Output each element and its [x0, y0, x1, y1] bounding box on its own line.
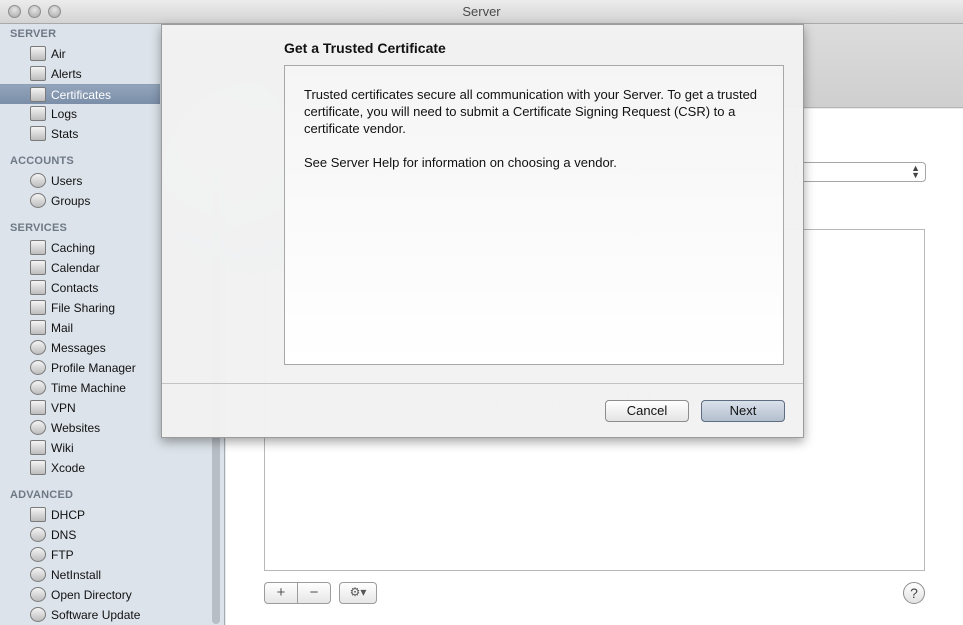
sidebar-item-label: Users	[51, 174, 83, 188]
sidebar-item-label: Contacts	[51, 281, 99, 295]
sidebar-item-label: Messages	[51, 341, 106, 355]
user-icon	[30, 173, 46, 188]
hammer-icon	[30, 460, 46, 475]
sidebar-item-messages[interactable]: Messages	[0, 338, 160, 358]
sidebar-item-groups[interactable]: Groups	[0, 191, 160, 211]
sidebar-item-software-update[interactable]: Software Update	[0, 605, 160, 625]
window-titlebar: Server	[0, 0, 963, 24]
sheet-paragraph: Trusted certificates secure all communic…	[304, 87, 758, 136]
sidebar-item-label: Wiki	[51, 441, 74, 455]
sidebar-item-dhcp[interactable]: DHCP	[0, 505, 160, 525]
sidebar-item-xcode[interactable]: Xcode	[0, 458, 160, 478]
sidebar-item-label: NetInstall	[51, 568, 102, 582]
sidebar-item-file-sharing[interactable]: File Sharing	[0, 298, 160, 318]
sidebar-heading-services: SERVICES	[10, 222, 68, 234]
sidebar-item-mail[interactable]: Mail	[0, 318, 160, 338]
sidebar-item-label: Software Update	[51, 608, 141, 622]
add-button[interactable]: +	[264, 582, 298, 604]
sheet-title: Get a Trusted Certificate	[284, 40, 446, 56]
sidebar-item-label: FTP	[51, 548, 74, 562]
address-book-icon	[30, 280, 46, 295]
sidebar-item-time-machine[interactable]: Time Machine	[0, 378, 160, 398]
certificate-icon	[30, 87, 46, 102]
up-down-arrows-icon: ▲ ▼	[911, 163, 920, 180]
sidebar-item-contacts[interactable]: Contacts	[0, 278, 160, 298]
sheet-divider	[162, 383, 803, 384]
sidebar-item-label: Certificates	[51, 88, 112, 102]
sidebar-heading-server: SERVER	[10, 28, 57, 40]
sidebar-item-label: Calendar	[51, 261, 100, 275]
document-icon	[30, 106, 46, 121]
sidebar-heading-accounts: ACCOUNTS	[10, 155, 74, 167]
sidebar-item-label: Xcode	[51, 461, 86, 475]
chat-bubble-icon	[30, 340, 46, 355]
sidebar-item-stats[interactable]: Stats	[0, 124, 160, 144]
folder-icon	[30, 300, 46, 315]
gear-badge-icon	[30, 360, 46, 375]
certificate-popup[interactable]: ▲ ▼	[796, 162, 926, 182]
next-button[interactable]: Next	[701, 400, 785, 422]
window-title: Server	[462, 4, 501, 19]
sidebar-item-label: Time Machine	[51, 381, 126, 395]
sidebar-item-label: Stats	[51, 127, 79, 141]
sidebar-item-vpn[interactable]: VPN	[0, 398, 160, 418]
sidebar-item-air[interactable]: Air	[0, 44, 160, 64]
sidebar-item-label: Logs	[51, 107, 78, 121]
ftp-icon	[30, 547, 46, 562]
sidebar-item-label: DNS	[51, 528, 77, 542]
update-icon	[30, 607, 46, 622]
sidebar-item-open-directory[interactable]: Open Directory	[0, 585, 160, 605]
group-icon	[30, 193, 46, 208]
sidebar-item-label: Groups	[51, 194, 91, 208]
calendar-icon	[30, 260, 46, 275]
sidebar-item-label: File Sharing	[51, 301, 116, 315]
sidebar-item-caching[interactable]: Caching	[0, 238, 160, 258]
sheet-paragraph: See Server Help for information on choos…	[304, 155, 617, 170]
sidebar-item-label: Websites	[51, 421, 101, 435]
remove-button[interactable]: −	[297, 582, 331, 604]
clock-icon	[30, 380, 46, 395]
download-icon	[30, 240, 46, 255]
sidebar-item-label: Air	[51, 47, 66, 61]
bar-chart-icon	[30, 126, 46, 141]
sidebar-item-label: Open Directory	[51, 588, 132, 602]
sidebar-item-wiki[interactable]: Wiki	[0, 438, 160, 458]
vpn-icon	[30, 400, 46, 415]
sidebar-item-label: Profile Manager	[51, 361, 136, 375]
directory-icon	[30, 587, 46, 602]
sidebar-item-certificates[interactable]: Certificates	[0, 84, 160, 104]
sidebar-item-label: VPN	[51, 401, 76, 415]
network-icon	[30, 507, 46, 522]
action-menu-button[interactable]: ⚙▾	[339, 582, 377, 604]
sidebar-item-logs[interactable]: Logs	[0, 104, 160, 124]
sidebar-item-alerts[interactable]: Alerts	[0, 64, 160, 84]
sidebar-item-label: Mail	[51, 321, 74, 335]
sidebar-item-calendar[interactable]: Calendar	[0, 258, 160, 278]
sidebar-item-profile-manager[interactable]: Profile Manager	[0, 358, 160, 378]
sidebar-item-label: DHCP	[51, 508, 86, 522]
laptop-icon	[30, 46, 46, 61]
wiki-icon	[30, 440, 46, 455]
sheet-message-box: Trusted certificates secure all communic…	[284, 65, 784, 365]
sidebar-item-netinstall[interactable]: NetInstall	[0, 565, 160, 585]
cancel-button[interactable]: Cancel	[605, 400, 689, 422]
sidebar-item-label: Alerts	[51, 67, 82, 81]
help-button[interactable]: ?	[903, 582, 925, 604]
dns-icon	[30, 527, 46, 542]
trusted-certificate-sheet: Get a Trusted Certificate Trusted certif…	[161, 24, 804, 438]
sidebar-item-websites[interactable]: Websites	[0, 418, 160, 438]
globe-icon	[30, 420, 46, 435]
sidebar-item-ftp[interactable]: FTP	[0, 545, 160, 565]
sidebar-item-label: Caching	[51, 241, 96, 255]
sidebar-heading-advanced: ADVANCED	[10, 489, 74, 501]
sidebar-item-dns[interactable]: DNS	[0, 525, 160, 545]
netinstall-icon	[30, 567, 46, 582]
stamp-icon	[30, 320, 46, 335]
sidebar-item-users[interactable]: Users	[0, 171, 160, 191]
megaphone-icon	[30, 66, 46, 81]
